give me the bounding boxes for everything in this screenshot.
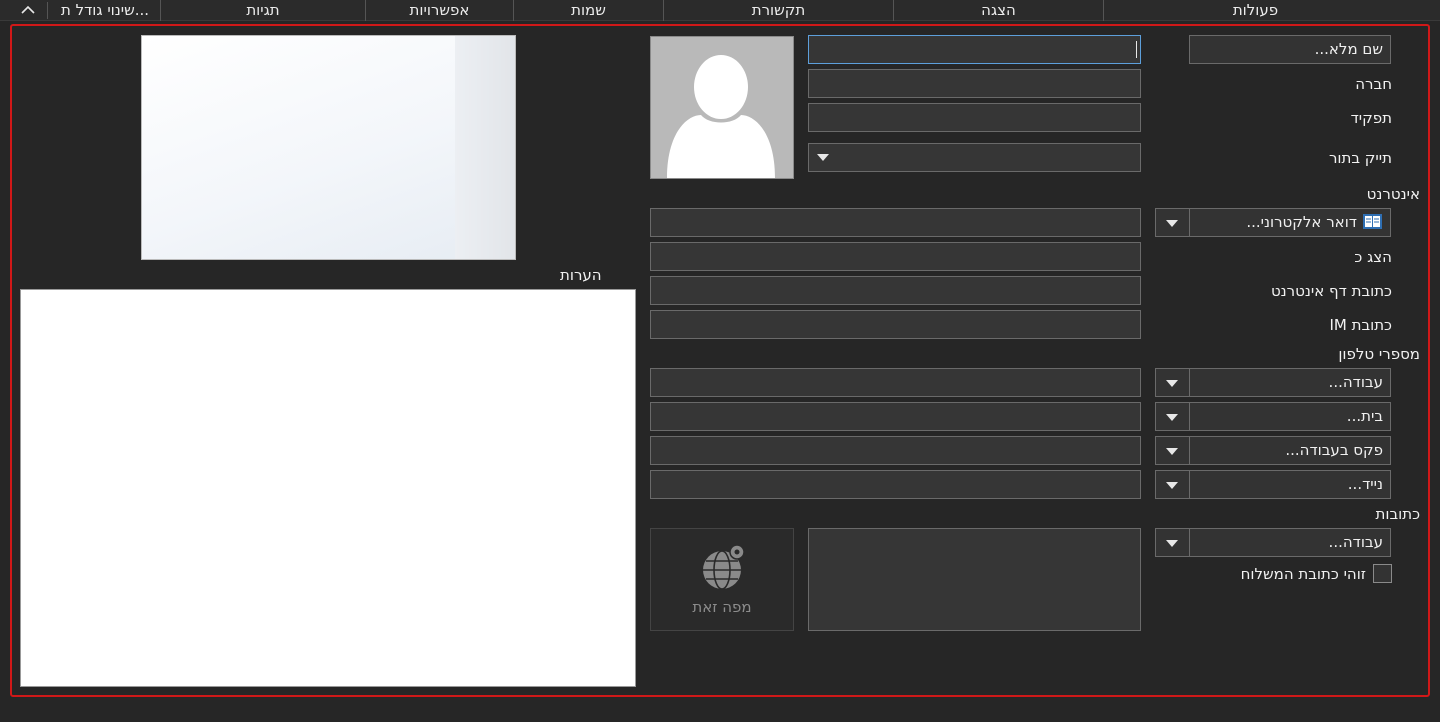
im-address-label: כתובת IM xyxy=(1329,316,1392,334)
phone-work-button[interactable]: עבודה... xyxy=(1189,368,1391,397)
ribbon-tab-options[interactable]: אפשרויות xyxy=(365,0,513,21)
ribbon-tab-zoom[interactable]: שינוי גודל ת... xyxy=(50,0,160,21)
full-name-button[interactable]: שם מלא... xyxy=(1189,35,1391,64)
phone-work-fax-field[interactable] xyxy=(650,436,1141,465)
ribbon-tab-communicate[interactable]: תקשורת xyxy=(663,0,893,21)
job-title-label: תפקיד xyxy=(1350,109,1392,127)
email-field[interactable] xyxy=(650,208,1141,237)
notes-textarea[interactable] xyxy=(20,289,636,687)
phone-home-dropdown[interactable] xyxy=(1155,402,1190,431)
company-field[interactable] xyxy=(808,69,1141,98)
ribbon-tab-tags[interactable]: תגיות xyxy=(160,0,365,21)
display-as-label: הצג כ xyxy=(1354,248,1392,266)
chevron-down-icon xyxy=(1166,448,1178,455)
phones-section-label: מספרי טלפון xyxy=(1338,345,1420,363)
display-as-field[interactable] xyxy=(650,242,1141,271)
notes-label: הערות xyxy=(560,266,602,284)
mailing-address-label: זוהי כתובת המשלוח xyxy=(1240,565,1366,583)
collapse-ribbon-button[interactable] xyxy=(10,2,48,19)
address-book-icon xyxy=(1362,212,1383,229)
ribbon-tab-names[interactable]: שמות xyxy=(513,0,663,21)
business-card-preview[interactable] xyxy=(141,35,516,260)
contact-photo[interactable] xyxy=(650,36,794,179)
globe-pin-icon xyxy=(703,544,745,590)
phone-work-fax-button[interactable]: פקס בעבודה... xyxy=(1189,436,1391,465)
file-as-label: תייק בתור xyxy=(1328,149,1392,167)
im-address-field[interactable] xyxy=(650,310,1141,339)
phone-home-button[interactable]: בית... xyxy=(1189,402,1391,431)
contact-silhouette-icon xyxy=(667,55,775,178)
chevron-down-icon xyxy=(1166,220,1178,227)
address-textarea[interactable] xyxy=(808,528,1141,631)
address-type-dropdown[interactable] xyxy=(1155,528,1190,557)
phone-mobile-dropdown[interactable] xyxy=(1155,470,1190,499)
phone-home-field[interactable] xyxy=(650,402,1141,431)
phone-mobile-button[interactable]: נייד... xyxy=(1189,470,1391,499)
web-page-label: כתובת דף אינטרנט xyxy=(1270,282,1392,300)
card-decoration xyxy=(455,36,515,259)
map-it-label: מפה זאת xyxy=(692,598,752,616)
phone-work-dropdown[interactable] xyxy=(1155,368,1190,397)
addresses-section-label: כתובות xyxy=(1375,505,1421,523)
company-label: חברה xyxy=(1355,75,1392,93)
full-name-field[interactable] xyxy=(808,35,1141,64)
chevron-down-icon xyxy=(1166,380,1178,387)
chevron-down-icon xyxy=(1166,540,1178,547)
email-button-label: דואר אלקטרוני... xyxy=(1246,213,1357,231)
phone-work-field[interactable] xyxy=(650,368,1141,397)
address-work-button[interactable]: עבודה... xyxy=(1189,528,1391,557)
chevron-down-icon xyxy=(817,154,829,161)
ribbon-tab-bar: פעולות הצגה תקשורת שמות אפשרויות תגיות ש… xyxy=(0,0,1440,21)
chevron-down-icon xyxy=(1166,482,1178,489)
phone-mobile-field[interactable] xyxy=(650,470,1141,499)
email-dropdown[interactable] xyxy=(1155,208,1190,237)
ribbon-tab-show[interactable]: הצגה xyxy=(893,0,1103,21)
email-button[interactable]: דואר אלקטרוני... xyxy=(1189,208,1391,237)
file-as-select[interactable] xyxy=(808,143,1141,172)
internet-section-label: אינטרנט xyxy=(1366,185,1420,203)
phone-work-fax-dropdown[interactable] xyxy=(1155,436,1190,465)
ribbon-tab-actions[interactable]: פעולות xyxy=(1103,0,1407,21)
text-caret xyxy=(1136,41,1137,58)
web-page-field[interactable] xyxy=(650,276,1141,305)
map-it-button[interactable]: מפה זאת xyxy=(650,528,794,631)
job-title-field[interactable] xyxy=(808,103,1141,132)
mailing-address-checkbox[interactable] xyxy=(1373,564,1392,583)
chevron-down-icon xyxy=(1166,414,1178,421)
chevron-up-icon xyxy=(21,5,35,14)
